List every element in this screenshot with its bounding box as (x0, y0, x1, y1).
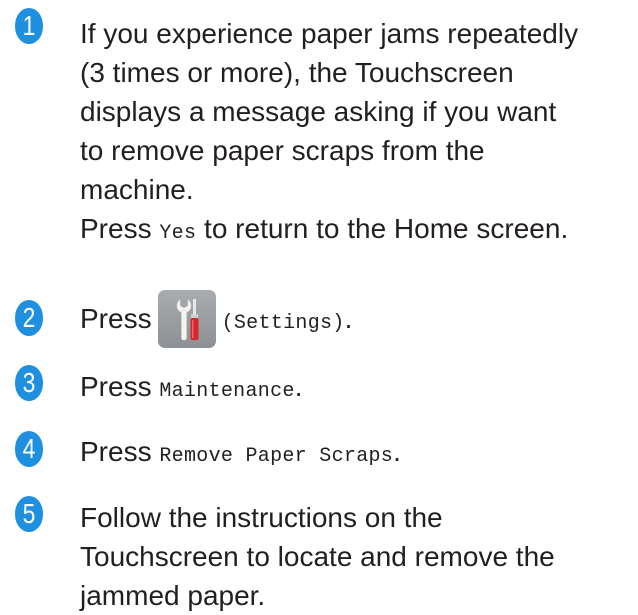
step-line: to remove paper scraps from the (80, 135, 485, 166)
step-line: jammed paper. (80, 580, 266, 611)
step-text: Press Remove Paper Scraps. (80, 432, 636, 476)
instruction-suffix: to return to the Home screen. (204, 213, 569, 244)
instruction-suffix: . (344, 303, 353, 334)
step-number-badge: 1 (15, 8, 43, 44)
instruction-suffix: . (393, 436, 401, 467)
step-line: machine. (80, 174, 194, 205)
step-line: Follow the instructions on the (80, 502, 443, 533)
step-line: Touchscreen to locate and remove the (80, 541, 555, 572)
step-number-badge: 3 (15, 365, 43, 401)
instruction-suffix: . (294, 371, 303, 402)
step-number-badge: 5 (15, 496, 43, 532)
press-label: Press (80, 371, 152, 402)
step-line: (3 times or more), the Touchscreen (80, 57, 514, 88)
step-line: If you experience paper jams repeatedly (80, 18, 579, 49)
step-text: Follow the instructions on the Touchscre… (80, 498, 636, 615)
step-instruction: Press Yes to return to the Home screen. (80, 209, 636, 253)
settings-button-label: (Settings) (221, 312, 345, 335)
step-text: Press Maintenance. (80, 367, 636, 411)
press-label: Press (80, 213, 152, 244)
press-label: Press (80, 436, 152, 467)
yes-button-label: Yes (159, 222, 197, 245)
step-number-badge: 4 (15, 431, 43, 467)
remove-paper-scraps-button-label: Remove Paper Scraps (159, 445, 394, 468)
step-text: Press (Settings). (80, 289, 636, 353)
step-text: If you experience paper jams repeatedly … (80, 14, 636, 253)
maintenance-button-label: Maintenance (159, 380, 295, 403)
settings-tools-icon (157, 289, 216, 348)
step-line: displays a message asking if you want (80, 96, 557, 127)
press-label: Press (80, 303, 152, 334)
step-number-badge: 2 (15, 300, 43, 336)
